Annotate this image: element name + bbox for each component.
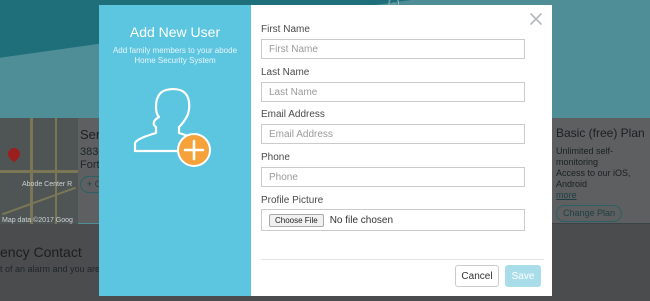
map-credit: Map data ©2017 Goog xyxy=(2,217,73,224)
phone-input[interactable] xyxy=(261,167,525,187)
email-field[interactable] xyxy=(261,124,525,144)
profile-picture-label: Profile Picture xyxy=(261,195,324,206)
close-icon[interactable] xyxy=(529,12,543,26)
dialog-divider xyxy=(261,259,544,260)
plan-line: Access to our iOS, Android xyxy=(556,168,631,189)
map-label: Abode Center R xyxy=(22,181,73,188)
cancel-button[interactable]: Cancel xyxy=(455,265,499,287)
plan-title: Basic (free) Plan xyxy=(556,126,645,140)
last-name-input[interactable] xyxy=(261,82,525,102)
dialog-subtitle: Add family members to your abode Home Se… xyxy=(112,46,238,65)
dialog-title: Add New User xyxy=(129,24,221,40)
file-status: No file chosen xyxy=(329,214,394,226)
map-pin-icon xyxy=(5,145,23,163)
save-button[interactable]: Save xyxy=(505,265,541,287)
dialog-form: First Name Last Name Email Address Phone… xyxy=(251,5,552,296)
dialog-side-panel: Add New User Add family members to your … xyxy=(99,5,251,296)
change-plan-button: Change Plan xyxy=(556,205,623,222)
plan-more-link: more xyxy=(556,190,577,200)
last-name-label: Last Name xyxy=(261,67,310,78)
plan-card: Basic (free) Plan Unlimited self-monitor… xyxy=(556,126,650,222)
choose-file-button[interactable]: Choose File xyxy=(269,213,324,227)
first-name-input[interactable] xyxy=(261,39,525,59)
add-user-dialog: Add New User Add family members to your … xyxy=(99,5,552,296)
emergency-text: t of an alarm and you are p xyxy=(0,264,108,274)
profile-picture-input: Choose File No file chosen xyxy=(261,209,525,231)
first-name-label: First Name xyxy=(261,24,310,35)
map-thumbnail: Abode Center R Map data ©2017 Goog xyxy=(0,118,78,226)
plan-line: Unlimited self-monitoring xyxy=(556,146,614,167)
email-label: Email Address xyxy=(261,109,325,120)
add-user-avatar-icon xyxy=(133,88,211,167)
emergency-heading: ency Contact xyxy=(0,244,82,260)
phone-label: Phone xyxy=(261,152,290,163)
